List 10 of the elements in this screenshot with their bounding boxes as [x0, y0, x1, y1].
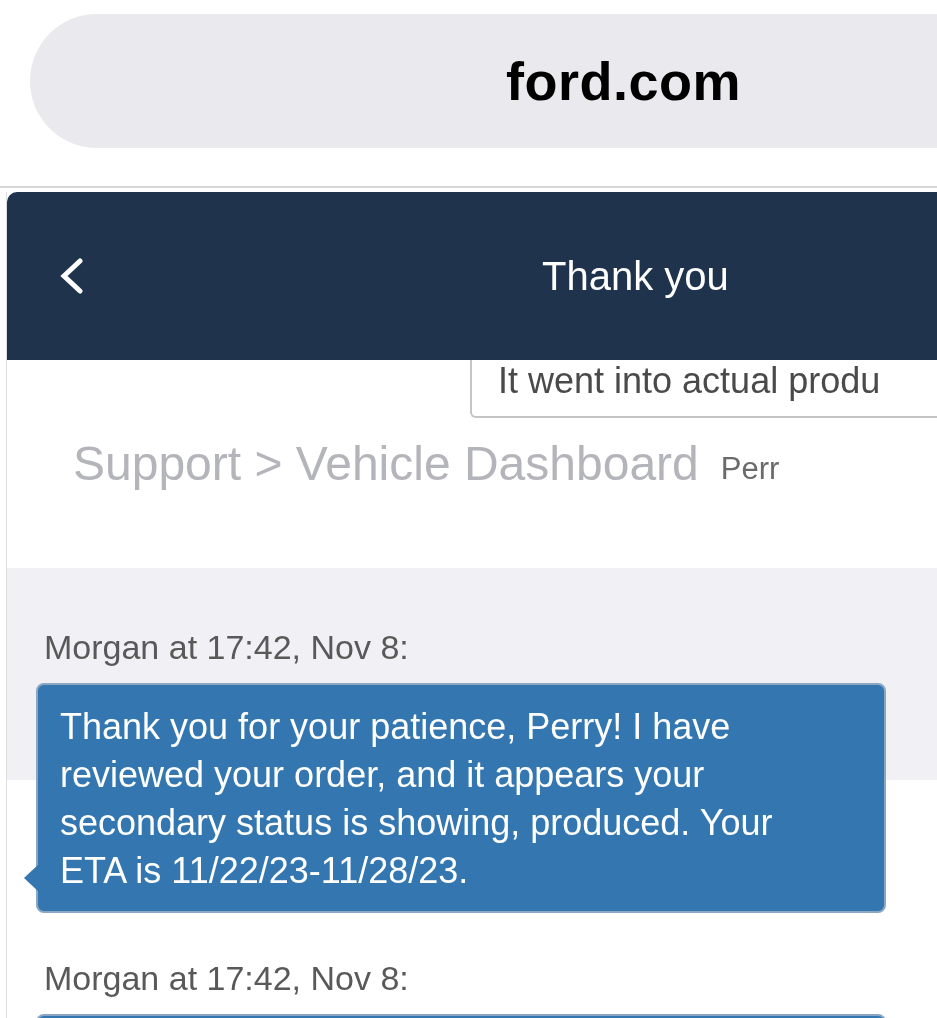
message-text: It went into actual produ [498, 360, 881, 402]
breadcrumb: Support > Vehicle Dashboard [73, 436, 699, 491]
address-bar[interactable]: ford.com [30, 14, 937, 148]
sender-label: Morgan at 17:42, Nov 8: [44, 959, 410, 998]
url-text: ford.com [506, 50, 741, 112]
chevron-left-icon [58, 258, 84, 294]
message-text: Thank you for your patience, Perry! I have reviewed your order, and it appears your secondary status is showing, produced. Your ETA is 11/22/23-11/28/23. [60, 705, 774, 893]
sender-label: Morgan at 17:42, Nov 8: [44, 628, 410, 667]
header-title: Thank you [542, 253, 729, 299]
sender-label: Perr [720, 451, 780, 488]
